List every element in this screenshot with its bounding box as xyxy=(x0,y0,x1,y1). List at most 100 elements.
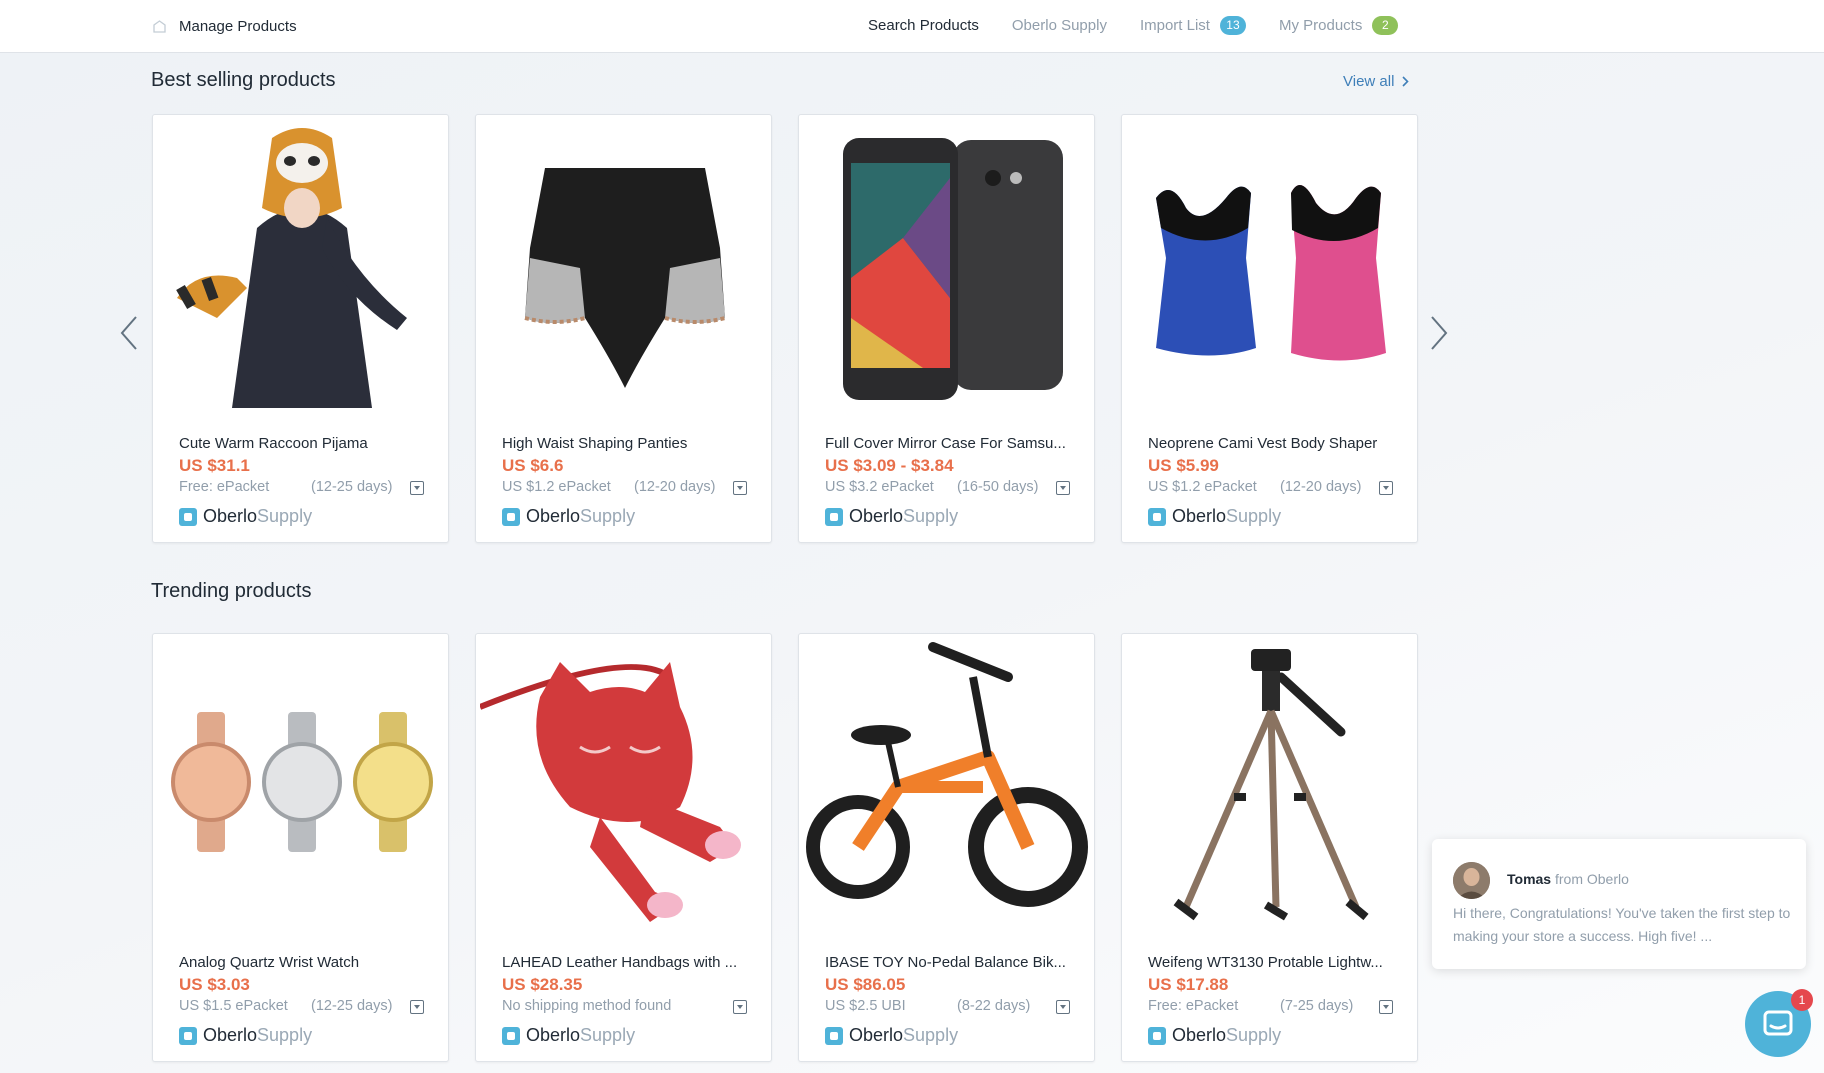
product-name[interactable]: Full Cover Mirror Case For Samsu... xyxy=(825,435,1080,452)
oberlo-supply-icon xyxy=(502,1026,520,1045)
nav-label: Search Products xyxy=(868,16,979,34)
oberlo-supply-logo: Oberlo Supply xyxy=(502,506,635,527)
shipping-days: (16-50 days) xyxy=(957,479,1039,495)
raccoon-pajama-image xyxy=(156,118,447,408)
product-card[interactable]: LAHEAD Leather Handbags with ... US $28.… xyxy=(475,633,772,1062)
chat-launcher-button[interactable]: 1 xyxy=(1745,989,1813,1057)
nav-label: Import List xyxy=(1139,16,1210,34)
shipping-days: (12-25 days) xyxy=(311,479,393,495)
product-card[interactable]: Neoprene Cami Vest Body Shaper US $5.99 … xyxy=(1121,114,1418,543)
product-image[interactable] xyxy=(799,634,1094,930)
product-name[interactable]: IBASE TOY No-Pedal Balance Bik... xyxy=(825,954,1080,971)
top-nav: Search Products Oberlo Supply Import Lis… xyxy=(868,14,1399,36)
shipping-dropdown-icon[interactable] xyxy=(410,481,424,495)
shipping-method: US $1.2 ePacket xyxy=(502,479,611,495)
nav-label: My Products xyxy=(1278,16,1363,34)
product-name[interactable]: Weifeng WT3130 Protable Lightw... xyxy=(1148,954,1403,971)
product-image[interactable] xyxy=(1122,115,1417,411)
product-name[interactable]: LAHEAD Leather Handbags with ... xyxy=(502,954,757,971)
oberlo-supply-icon xyxy=(502,507,520,526)
product-name[interactable]: Neoprene Cami Vest Body Shaper xyxy=(1148,435,1403,452)
supply-logo-text: Supply xyxy=(257,1025,313,1045)
product-image[interactable] xyxy=(476,634,771,930)
nav-my-products[interactable]: My Products 2 xyxy=(1278,15,1399,35)
supply-logo-text: Supply xyxy=(903,1025,959,1045)
product-card[interactable]: IBASE TOY No-Pedal Balance Bik... US $86… xyxy=(798,633,1095,1062)
import-list-count-badge: 13 xyxy=(1219,15,1246,35)
shipping-dropdown-icon[interactable] xyxy=(410,1000,424,1014)
brand[interactable]: Manage Products xyxy=(152,15,297,37)
unread-count-badge: 1 xyxy=(1791,989,1813,1011)
oberlo-supply-logo: Oberlo Supply xyxy=(179,506,312,527)
shipping-method: No shipping method found xyxy=(502,998,672,1014)
product-name[interactable]: High Waist Shaping Panties xyxy=(502,435,757,452)
carousel-prev-arrow-icon[interactable] xyxy=(118,315,140,351)
view-all-link[interactable]: View all xyxy=(1343,73,1410,90)
shipping-method: Free: ePacket xyxy=(1148,998,1239,1014)
supply-logo-text: Supply xyxy=(903,506,959,526)
shipping-row: No shipping method found xyxy=(502,998,747,1014)
product-image[interactable] xyxy=(1122,634,1417,930)
product-image[interactable] xyxy=(799,115,1094,411)
shipping-dropdown-icon[interactable] xyxy=(1056,481,1070,495)
product-card[interactable]: Analog Quartz Wrist Watch US $3.03 US $1… xyxy=(152,633,449,1062)
supply-logo-text: Supply xyxy=(580,506,636,526)
product-price: US $3.03 xyxy=(179,975,250,994)
product-image[interactable] xyxy=(153,115,448,411)
product-name[interactable]: Analog Quartz Wrist Watch xyxy=(179,954,434,971)
tripod-image xyxy=(1125,637,1416,927)
oberlo-supply-icon xyxy=(1148,1026,1166,1045)
oberlo-supply-icon xyxy=(179,1026,197,1045)
balance-bike-image xyxy=(802,637,1093,927)
supply-logo-text: Oberlo xyxy=(1172,1025,1227,1045)
vest-shaper-image xyxy=(1125,118,1416,408)
oberlo-supply-icon xyxy=(179,507,197,526)
shipping-days: (12-20 days) xyxy=(1280,479,1362,495)
cat-handbag-image xyxy=(479,637,770,927)
shipping-dropdown-icon[interactable] xyxy=(1379,1000,1393,1014)
chat-sender-org: from Oberlo xyxy=(1554,871,1629,887)
shipping-dropdown-icon[interactable] xyxy=(1056,1000,1070,1014)
product-card[interactable]: High Waist Shaping Panties US $6.6 US $1… xyxy=(475,114,772,543)
oberlo-supply-icon xyxy=(825,507,843,526)
carousel-next-arrow-icon[interactable] xyxy=(1428,315,1450,351)
supply-logo-text: Supply xyxy=(257,506,313,526)
shipping-method: US $3.2 ePacket xyxy=(825,479,934,495)
product-price: US $31.1 xyxy=(179,456,250,475)
product-name[interactable]: Cute Warm Raccoon Pijama xyxy=(179,435,434,452)
shipping-days: (12-25 days) xyxy=(311,998,393,1014)
supply-logo-text: Oberlo xyxy=(1172,506,1227,526)
shipping-dropdown-icon[interactable] xyxy=(1379,481,1393,495)
chat-message-card[interactable]: Tomas from Oberlo Hi there, Congratulati… xyxy=(1432,839,1806,969)
shipping-row: US $2.5 UBI (8-22 days) xyxy=(825,998,1070,1014)
supply-logo-text: Supply xyxy=(580,1025,636,1045)
phone-case-image xyxy=(802,118,1093,408)
oberlo-supply-icon xyxy=(825,1026,843,1045)
product-price: US $6.6 xyxy=(502,456,564,475)
my-products-count-badge: 2 xyxy=(1372,15,1399,35)
product-price: US $17.88 xyxy=(1148,975,1229,994)
product-card[interactable]: Full Cover Mirror Case For Samsu... US $… xyxy=(798,114,1095,543)
product-image[interactable] xyxy=(476,115,771,411)
product-price: US $86.05 xyxy=(825,975,906,994)
supply-logo-text: Supply xyxy=(1226,1025,1282,1045)
trending-title: Trending products xyxy=(151,580,312,602)
supply-logo-text: Oberlo xyxy=(849,506,904,526)
shipping-dropdown-icon[interactable] xyxy=(733,1000,747,1014)
product-price: US $5.99 xyxy=(1148,456,1219,475)
shipping-method: Free: ePacket xyxy=(179,479,270,495)
nav-import-list[interactable]: Import List 13 xyxy=(1139,15,1246,35)
product-image[interactable] xyxy=(153,634,448,930)
shipping-days: (12-20 days) xyxy=(634,479,716,495)
product-card[interactable]: Cute Warm Raccoon Pijama US $31.1 Free: … xyxy=(152,114,449,543)
shipping-dropdown-icon[interactable] xyxy=(733,481,747,495)
product-price: US $28.35 xyxy=(502,975,583,994)
oberlo-supply-logo: Oberlo Supply xyxy=(825,1025,958,1046)
supply-logo-text: Oberlo xyxy=(203,1025,258,1045)
chevron-right-icon xyxy=(1402,76,1410,87)
nav-oberlo-supply[interactable]: Oberlo Supply xyxy=(1012,17,1107,34)
nav-search-products[interactable]: Search Products xyxy=(868,17,979,34)
shipping-days: (8-22 days) xyxy=(957,998,1031,1014)
product-card[interactable]: Weifeng WT3130 Protable Lightw... US $17… xyxy=(1121,633,1418,1062)
oberlo-supply-logo: Oberlo Supply xyxy=(179,1025,312,1046)
